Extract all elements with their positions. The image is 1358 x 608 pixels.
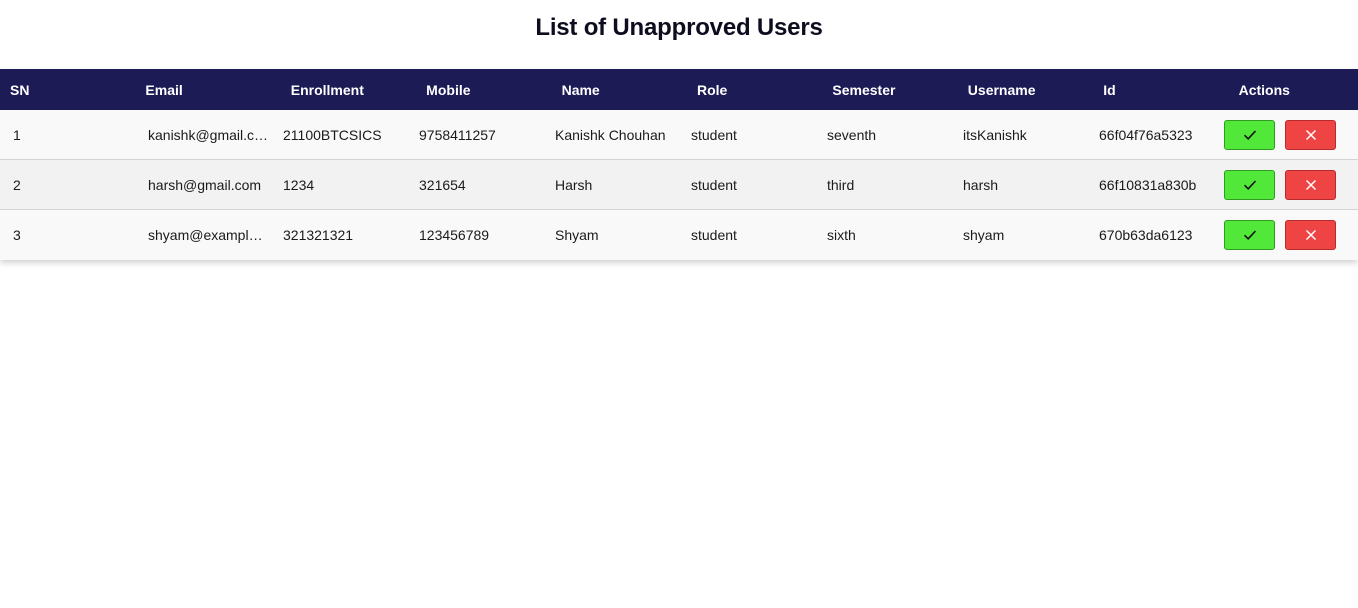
table-header: SN Email Enrollment Mobile Name Role Sem… xyxy=(0,69,1358,110)
cell-id: 66f10831a830b xyxy=(1099,176,1197,193)
cell-name: Shyam xyxy=(555,227,599,243)
header-name: Name xyxy=(561,81,600,98)
cell-username: harsh xyxy=(963,176,999,193)
cell-semester: sixth xyxy=(827,227,856,243)
cell-email: kanishk@gmail.com xyxy=(148,126,270,143)
header-id: Id xyxy=(1103,81,1116,98)
table-row: 3 shyam@example.com 321321321 123456789 … xyxy=(0,210,1358,260)
check-icon xyxy=(1243,230,1256,240)
approve-button[interactable] xyxy=(1224,169,1275,200)
header-sn: SN xyxy=(10,81,30,98)
approve-button[interactable] xyxy=(1224,220,1275,250)
reject-button[interactable] xyxy=(1285,220,1336,250)
cell-name: Kanishk Chouhan xyxy=(555,126,666,143)
cell-id: 670b63da6123 xyxy=(1099,227,1193,243)
cell-mobile: 9758411257 xyxy=(419,126,496,143)
cell-email: shyam@example.com xyxy=(148,227,270,243)
cell-mobile: 123456789 xyxy=(419,227,490,243)
close-icon xyxy=(1305,229,1316,241)
cell-role: student xyxy=(691,126,737,143)
header-email: Email xyxy=(145,81,183,98)
cell-mobile: 321654 xyxy=(419,176,466,193)
cell-sn: 3 xyxy=(13,227,21,243)
approve-button[interactable] xyxy=(1224,119,1275,150)
cell-enrollment: 21100BTCSICS xyxy=(283,126,382,143)
reject-button[interactable] xyxy=(1285,169,1336,200)
header-actions: Actions xyxy=(1238,81,1290,98)
table-row: 2 harsh@gmail.com 1234 321654 Harsh stud… xyxy=(0,160,1358,210)
cell-id: 66f04f76a5323 xyxy=(1099,126,1193,143)
close-icon xyxy=(1305,179,1316,190)
cell-actions xyxy=(1222,119,1352,150)
check-icon xyxy=(1243,179,1256,190)
cell-enrollment: 1234 xyxy=(283,176,315,193)
cell-actions xyxy=(1222,169,1352,200)
cell-sn: 2 xyxy=(13,176,21,193)
table-row: 1 kanishk@gmail.com 21100BTCSICS 9758411… xyxy=(0,110,1358,160)
cell-role: student xyxy=(691,176,737,193)
reject-button[interactable] xyxy=(1285,119,1336,150)
close-icon xyxy=(1305,129,1316,140)
cell-semester: seventh xyxy=(827,126,877,143)
cell-name: Harsh xyxy=(555,176,593,193)
header-semester: Semester xyxy=(832,81,896,98)
table-body: 1 kanishk@gmail.com 21100BTCSICS 9758411… xyxy=(0,110,1358,260)
cell-enrollment: 321321321 xyxy=(283,227,354,243)
cell-username: shyam xyxy=(963,227,1005,243)
cell-email: harsh@gmail.com xyxy=(148,176,262,193)
cell-actions xyxy=(1222,220,1352,250)
check-icon xyxy=(1243,129,1256,140)
header-role: Role xyxy=(696,81,728,98)
cell-semester: third xyxy=(827,176,855,193)
cell-role: student xyxy=(691,227,737,243)
cell-sn: 1 xyxy=(13,126,21,143)
header-enrollment: Enrollment xyxy=(290,81,364,98)
header-mobile: Mobile xyxy=(426,81,471,98)
cell-username: itsKanishk xyxy=(963,126,1027,143)
page-title: List of Unapproved Users xyxy=(535,14,823,41)
users-table: SN Email Enrollment Mobile Name Role Sem… xyxy=(0,69,1358,260)
header-username: Username xyxy=(967,81,1036,98)
